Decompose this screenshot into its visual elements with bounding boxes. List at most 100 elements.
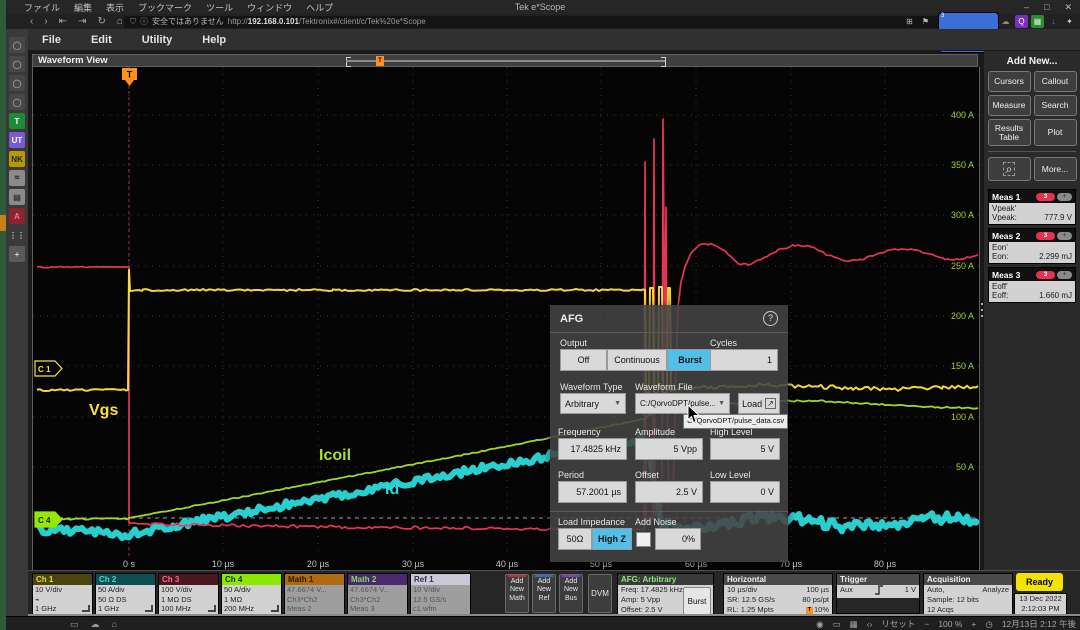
trigger-badge[interactable]: TriggerAux1 V <box>836 573 920 614</box>
add-new-bus-button[interactable]: AddNewBus <box>559 574 583 613</box>
search-button[interactable]: Search <box>1034 95 1077 116</box>
add-new-ref-button[interactable]: AddNewRef <box>532 574 556 613</box>
offset-input[interactable]: 2.5 V <box>635 481 703 503</box>
a-red-icon[interactable]: A <box>9 208 25 224</box>
panel-scroll-handle[interactable] <box>980 303 984 317</box>
info-icon[interactable]: ⓘ <box>140 16 148 27</box>
waveform-file-dropdown[interactable]: C:/QorvoDPT/pulse...▼ <box>635 393 730 414</box>
reload-icon[interactable]: ↻ <box>97 16 105 27</box>
browser-menu-item[interactable]: 編集 <box>74 1 92 14</box>
browser-menu-item[interactable]: ヘルプ <box>306 1 333 14</box>
close-icon[interactable]: ✕ <box>1064 2 1072 13</box>
50ω-option[interactable]: 50Ω <box>558 528 592 550</box>
tab-icon[interactable]: ◯ <box>9 75 25 91</box>
slider-left-bracket[interactable] <box>346 57 351 67</box>
grid-dots-icon[interactable]: ⋮⋮ <box>9 227 25 243</box>
zoom-mode-button[interactable]: ⌕ <box>988 157 1031 181</box>
frame-icon[interactable]: ▭ <box>833 619 841 630</box>
expand-badge[interactable]: + <box>1057 232 1072 240</box>
browser-menu-item[interactable]: ブックマーク <box>138 1 192 14</box>
slider-trigger-icon[interactable]: T <box>376 56 384 66</box>
qr-icon[interactable]: ⌗ <box>9 170 25 186</box>
purple-extension-icon[interactable]: Q <box>1015 15 1028 28</box>
plus-icon[interactable]: + <box>9 246 25 262</box>
off-option[interactable]: Off <box>560 349 607 371</box>
browser-menu-item[interactable]: ツール <box>206 1 233 14</box>
url-bar[interactable]: ⛉ ⓘ 安全ではありません http://192.168.0.101/Tektr… <box>124 16 992 28</box>
add-noise-checkbox[interactable] <box>636 532 651 547</box>
channel-badge-ch4[interactable]: Ch 450 A/div1 MΩ200 MHz <box>221 573 282 614</box>
home-icon[interactable]: ⌂ <box>117 16 123 27</box>
home-icon[interactable]: ⌂ <box>112 619 117 629</box>
measure-button[interactable]: Measure <box>988 95 1031 116</box>
scope-menu-help[interactable]: Help <box>202 34 226 46</box>
browser-menu-item[interactable]: ウィンドウ <box>247 1 292 14</box>
dvm-button[interactable]: DVM <box>588 574 612 613</box>
tab-icon[interactable]: ◯ <box>9 56 25 72</box>
channel-badge-ref1[interactable]: Ref 110 V/div12.5 GS/sc1.wfm <box>410 573 471 614</box>
continuous-option[interactable]: Continuous <box>607 349 667 371</box>
measurement-badge[interactable]: Meas 33+Eoff'Eoff:1.660 mJ <box>988 267 1076 303</box>
ut-tab-icon[interactable]: UT <box>9 132 25 148</box>
tab-icon[interactable]: ◯ <box>9 94 25 110</box>
cursors-button[interactable]: Cursors <box>988 71 1031 92</box>
maximize-icon[interactable]: □ <box>1044 2 1049 12</box>
green-grid-extension-icon[interactable]: ▦ <box>1031 15 1044 28</box>
callout-button[interactable]: Callout <box>1034 71 1077 92</box>
expand-badge[interactable]: + <box>1057 271 1072 279</box>
period-input[interactable]: 57.2001 µs <box>558 481 627 503</box>
cloud-icon[interactable]: ☁ <box>91 619 100 630</box>
url-text[interactable]: http://192.168.0.101/Tektronix#/client/c… <box>228 17 426 26</box>
rewind-icon[interactable]: ⇤ <box>59 16 67 27</box>
image-icon[interactable]: ▦ <box>850 619 858 630</box>
channel-badge-ch3[interactable]: Ch 3100 V/div1 MΩ DS100 MHz <box>158 573 219 614</box>
more-button[interactable]: More... <box>1034 157 1077 181</box>
back-icon[interactable]: ‹ <box>30 16 33 27</box>
channel-badge-ch1[interactable]: Ch 110 V/div⌁1 GHz <box>32 573 93 614</box>
acquisition-badge[interactable]: AcquisitionAuto,AnalyzeSample: 12 bits12… <box>923 573 1013 614</box>
blue-arrow-extension-icon[interactable]: ↓ <box>1047 15 1060 28</box>
waveform-type-dropdown[interactable]: Arbitrary▼ <box>560 393 626 414</box>
cycles-input[interactable]: 1 <box>710 349 778 371</box>
zoom-reset-button[interactable]: リセット <box>881 618 915 630</box>
low-level-input[interactable]: 0 V <box>710 481 780 503</box>
expand-badge[interactable]: + <box>1057 193 1072 201</box>
slider-track[interactable] <box>346 60 666 62</box>
high-level-input[interactable]: 5 V <box>710 438 780 460</box>
frequency-input[interactable]: 17.4825 kHz <box>558 438 627 460</box>
scope-menu-utility[interactable]: Utility <box>142 34 173 46</box>
waveform-canvas[interactable]: 0 s10 µs20 µs30 µs40 µs50 µs60 µs70 µs80… <box>32 67 980 570</box>
high-z-option[interactable]: High Z <box>592 528 632 550</box>
measurement-badge[interactable]: Meas 23+Eon'Eon:2.299 mJ <box>988 228 1076 264</box>
nk-tab-icon[interactable]: NK <box>9 151 25 167</box>
puzzle-extension-icon[interactable]: ✦ <box>1063 15 1076 28</box>
scope-menu-file[interactable]: File <box>42 34 61 46</box>
measurement-badge[interactable]: Meas 13+Vpeak'Vpeak:777.9 V <box>988 189 1076 225</box>
channel-badge-math2[interactable]: Math 247.6674 V...Ch3*Ch2Meas 3 <box>347 573 408 614</box>
load-button[interactable]: Load↗ <box>738 393 780 414</box>
horizontal-badge[interactable]: Horizontal10 µs/div100 µsSR: 12.5 GS/s80… <box>723 573 833 614</box>
tab-icon[interactable]: ◯ <box>9 37 25 53</box>
add-new-math-button[interactable]: AddNewMath <box>505 574 529 613</box>
horizontal-overview-slider[interactable]: T <box>346 57 666 65</box>
help-icon[interactable]: ? <box>763 311 778 326</box>
scope-menu-edit[interactable]: Edit <box>91 34 112 46</box>
teal-s-extension-icon[interactable]: S3 <box>983 15 996 28</box>
tek-tab-icon[interactable]: T <box>9 113 25 129</box>
slider-right-bracket[interactable] <box>661 57 666 67</box>
code-icon[interactable]: ‹› <box>867 619 873 629</box>
add-noise-input[interactable]: 0% <box>655 528 701 550</box>
capture-icon[interactable]: ◉ <box>816 619 823 630</box>
bookmark-icon[interactable]: ⚑ <box>919 15 932 28</box>
browser-menu-item[interactable]: 表示 <box>106 1 124 14</box>
minimize-icon[interactable]: – <box>1024 2 1029 12</box>
ghost-extension-icon[interactable]: ☁ <box>999 15 1012 28</box>
zoom-in-button[interactable]: + <box>971 619 976 629</box>
channel-badge-ch2[interactable]: Ch 250 A/div50 Ω DS1 GHz <box>95 573 156 614</box>
tiles-icon[interactable]: ⊞ <box>903 15 916 28</box>
burst-option[interactable]: Burst <box>667 349 713 371</box>
afg-badge[interactable]: AFG: ArbitraryFreq: 17.4825 kHzAmp: 5 Vp… <box>617 573 714 614</box>
plot-button[interactable]: Plot <box>1034 119 1077 146</box>
doc-icon[interactable]: ▤ <box>9 189 25 205</box>
channel-badge-math1[interactable]: Math 147.6674 V...Ch3*Ch2Meas 2 <box>284 573 345 614</box>
